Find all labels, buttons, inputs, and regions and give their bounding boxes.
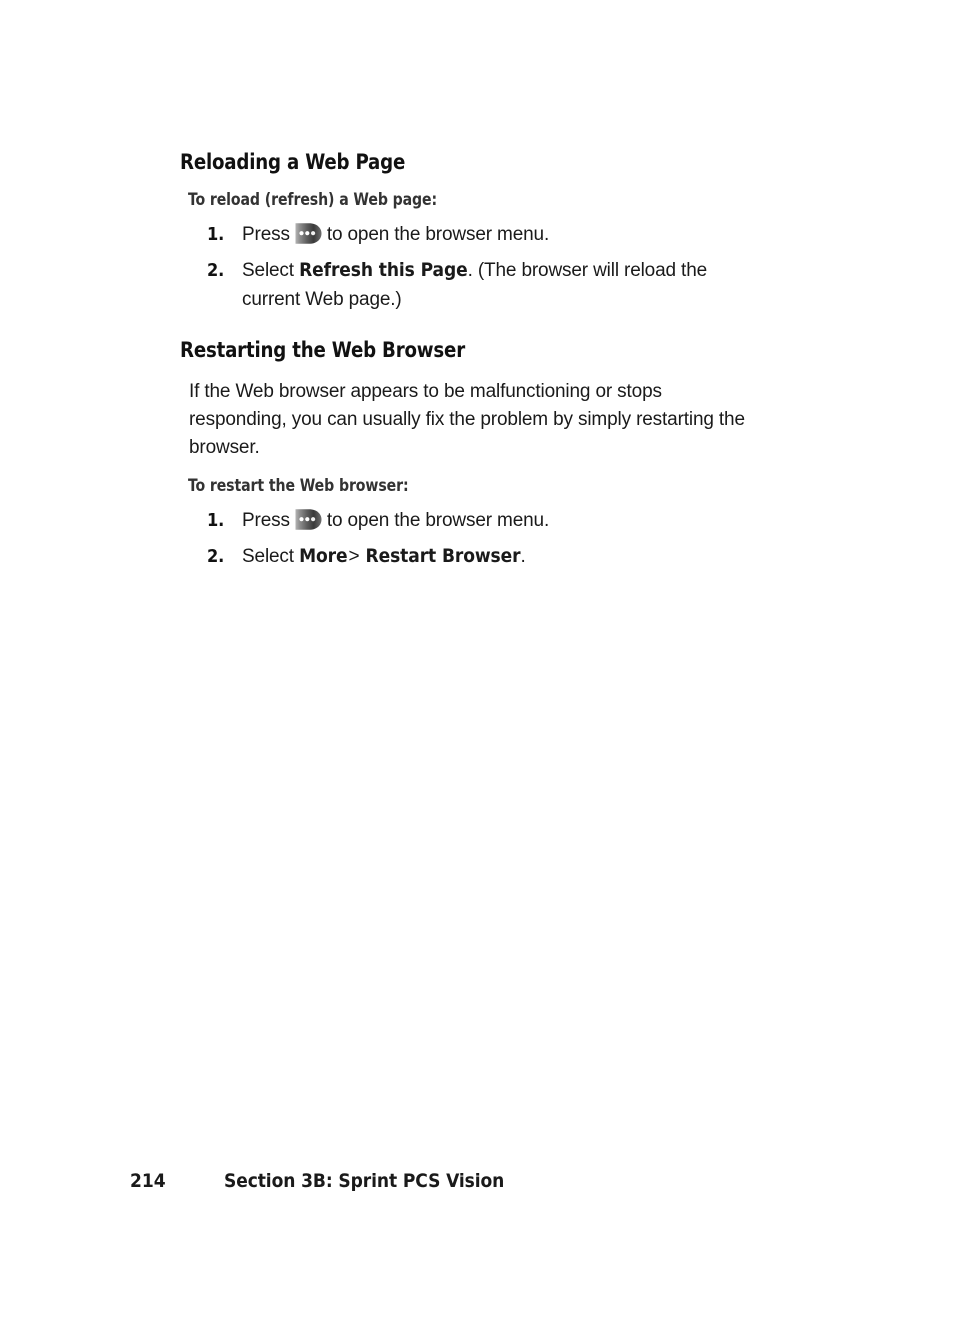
step-number: 1. [207,510,225,531]
subheading-to-reload-refresh-a-web-page: To reload (refresh) a Web page: [188,190,438,209]
footer-section-label: Section 3B: Sprint PCS Vision [224,1170,505,1192]
list-item: 1. Press to open the browser menu. [180,220,762,249]
step-lead: Select [242,546,294,567]
steps-list-reloading: 1. Press to open the browser menu. 2. Se… [180,220,780,314]
step-number: 1. [207,224,225,245]
browser-menu-key-icon [294,508,324,531]
step-text-after-icon: to open the browser menu. [326,510,550,531]
subheading-to-restart-the-web-browser: To restart the Web browser: [188,476,409,495]
section-heading-reloading-a-web-page: Reloading a Web Page [180,150,406,175]
step-text-before-icon: Press [242,510,290,531]
step-text-after-icon: to open the browser menu. [326,224,550,245]
step-text-before-icon: Press [242,224,290,245]
page-content: Reloading a Web Page To reload (refresh)… [180,150,780,571]
list-item: 2. Select More> Restart Browser. [180,542,762,571]
page-footer: 214 Section 3B: Sprint PCS Vision [130,1170,504,1192]
steps-list-restarting: 1. Press to open the browser menu. 2. Se… [180,506,780,571]
step-number: 2. [207,546,225,567]
body-paragraph-restarting: If the Web browser appears to be malfunc… [189,381,745,458]
section-heading-restarting-the-web-browser: Restarting the Web Browser [180,338,465,363]
document-page: Reloading a Web Page To reload (refresh)… [0,0,954,1336]
step-lead: Select [242,260,294,281]
step-bold-term: Refresh this Page [299,259,468,281]
step-bold-term: More [299,545,348,567]
list-item: 1. Press to open the browser menu. [180,506,762,535]
menu-path-separator: > [348,546,360,567]
step-trailing: . [520,546,526,567]
step-number: 2. [207,260,225,281]
footer-page-number: 214 [130,1170,166,1192]
list-item: 2. Select Refresh this Page. (The browser… [180,256,762,314]
step-bold-term-secondary: Restart Browser [365,545,521,567]
browser-menu-key-icon [294,222,324,245]
